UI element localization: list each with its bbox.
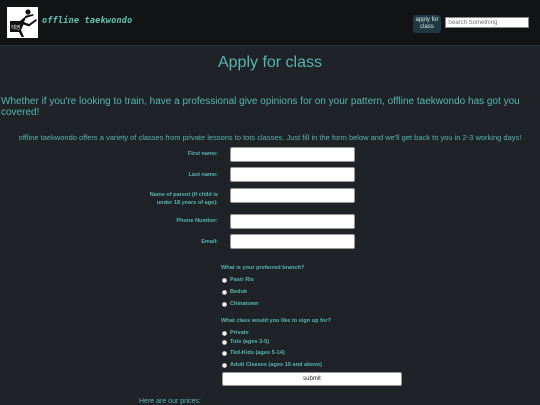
parent-name-field[interactable] xyxy=(230,188,355,203)
first-name-label: First name: xyxy=(187,151,218,157)
logo[interactable]: 태권 xyxy=(7,7,38,38)
branch-label-bedok: Bedok xyxy=(230,289,248,295)
branch-label-chinatown: Chinatown xyxy=(230,301,259,307)
top-navbar: 태권 offline taekwondo apply for class xyxy=(0,0,540,46)
last-name-label: Last name: xyxy=(188,172,218,178)
branch-radio-pasir-ris[interactable] xyxy=(222,278,227,283)
phone-number-label: Phone Number: xyxy=(176,218,218,224)
search-input[interactable] xyxy=(445,17,529,28)
phone-number-field[interactable] xyxy=(230,214,355,229)
last-name-field[interactable] xyxy=(230,167,355,182)
class-label-tkd-kids: Tkd-Kids (ages 5-14) xyxy=(230,350,285,356)
branch-radio-bedok[interactable] xyxy=(222,290,227,295)
brand-name[interactable]: offline taekwondo xyxy=(42,16,132,26)
svg-text:태권: 태권 xyxy=(11,24,21,31)
class-radio-tots[interactable] xyxy=(222,340,227,345)
page-title: Apply for class xyxy=(217,54,323,71)
prices-heading: Here are our prices: xyxy=(139,398,201,405)
first-name-field[interactable] xyxy=(230,147,355,162)
class-radio-private[interactable] xyxy=(222,331,227,336)
class-radio-adult[interactable] xyxy=(222,363,227,368)
branch-radio-chinatown[interactable] xyxy=(222,302,227,307)
class-label-tots: Tots (ages 3-5) xyxy=(230,339,270,345)
branch-label-pasir-ris: Pasir Ris xyxy=(230,277,254,283)
email-field[interactable] xyxy=(230,234,355,249)
class-label-private: Private xyxy=(230,330,249,336)
submit-button[interactable]: submit xyxy=(222,372,402,386)
class-radio-tkd-kids[interactable] xyxy=(222,351,227,356)
class-label-adult: Adult Classes (ages 15 and above) xyxy=(230,362,323,368)
class-question: What class would you like to sign up for… xyxy=(221,318,332,324)
email-label: Email: xyxy=(201,239,218,245)
parent-name-label: Name of parent (if child is under 18 yea… xyxy=(149,192,218,206)
intro-text: offline taekwondo offers a variety of cl… xyxy=(18,133,522,142)
branch-question: What is your preferred branch? xyxy=(221,265,305,271)
taekwondo-kick-icon: 태권 xyxy=(7,7,38,38)
lead-text: Whether if you're looking to train, have… xyxy=(1,96,520,118)
apply-for-class-button[interactable]: apply for class xyxy=(413,15,441,33)
